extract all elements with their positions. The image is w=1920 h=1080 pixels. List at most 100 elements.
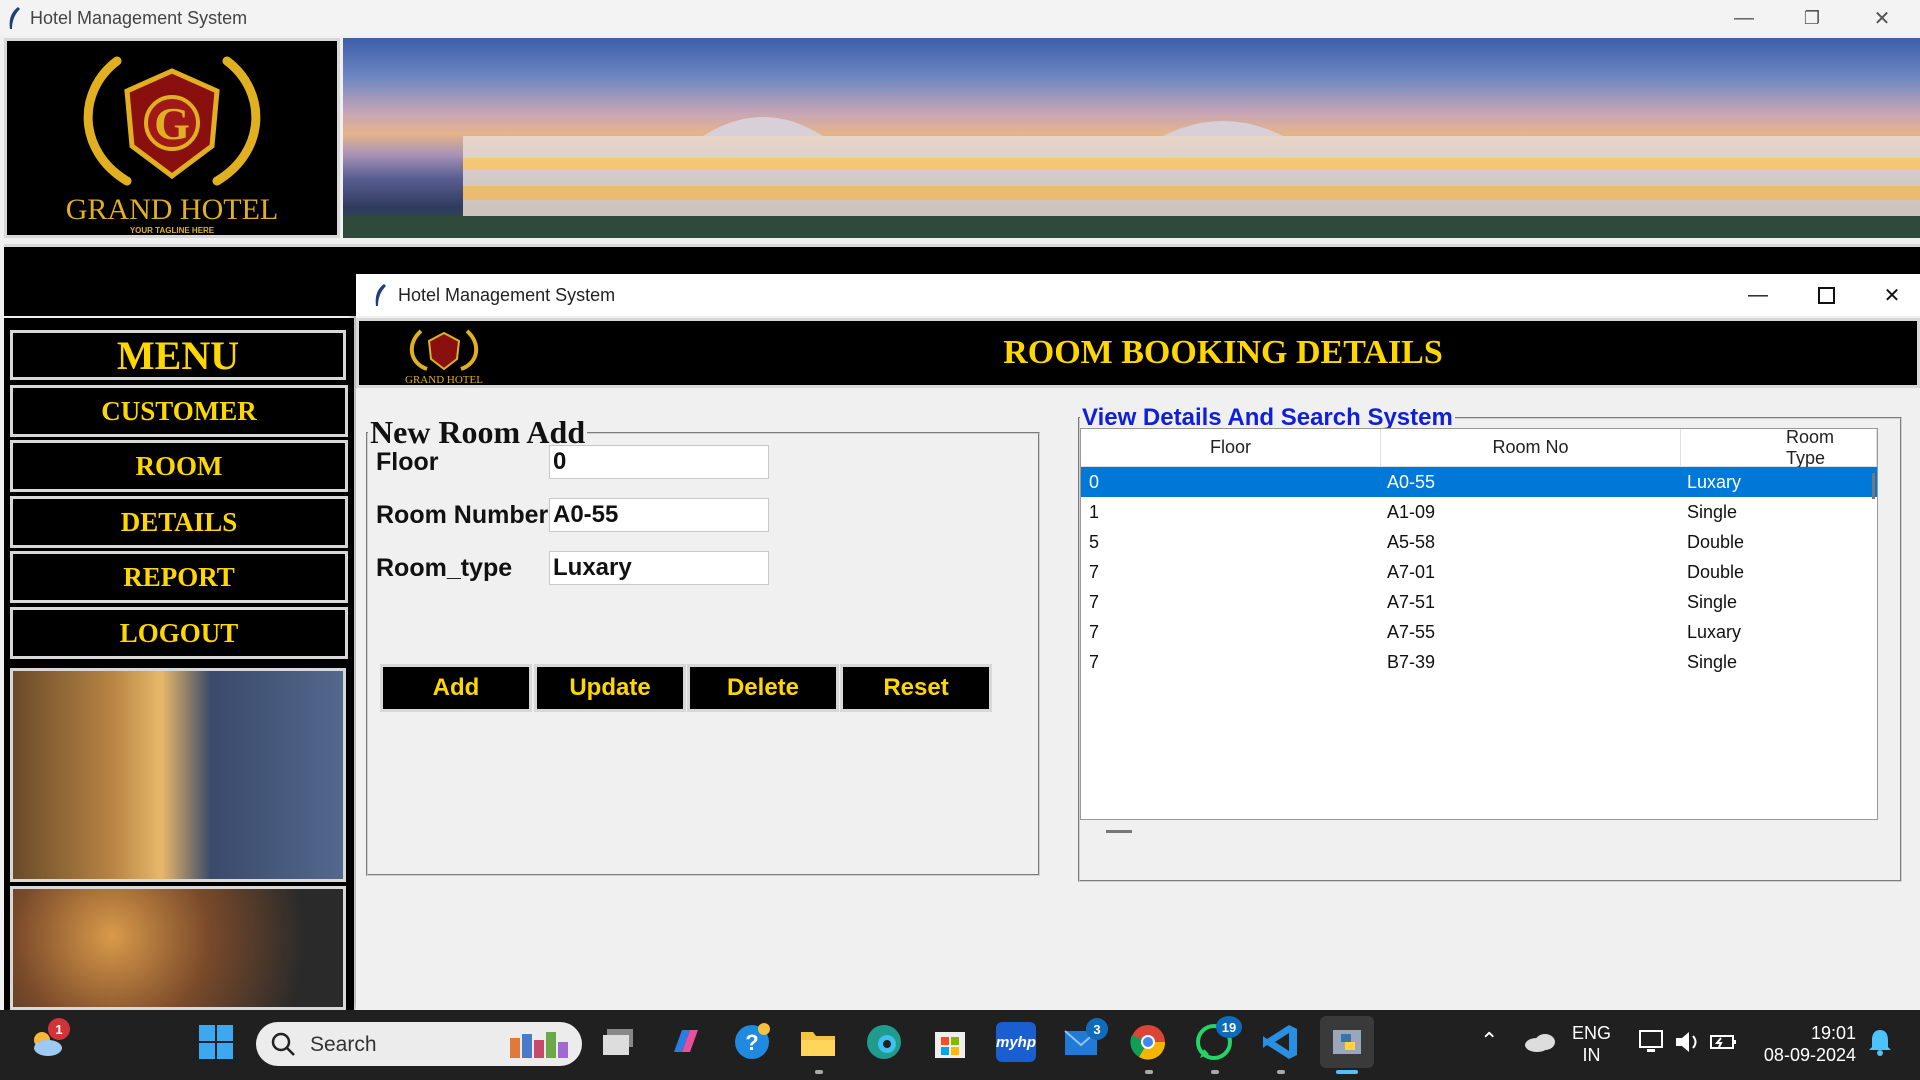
logo-letter: G	[154, 98, 190, 149]
hotel-logo: G GRAND HOTEL YOUR TAGLINE HERE	[4, 38, 340, 238]
menu-report-button[interactable]: REPORT	[10, 551, 348, 603]
window-title: Hotel Management System	[30, 8, 248, 28]
chrome-running-indicator	[1145, 1070, 1153, 1074]
menu-logout-button[interactable]: LOGOUT	[10, 607, 348, 659]
search-icon	[271, 1032, 295, 1056]
edge-browser-icon[interactable]	[864, 1022, 904, 1062]
menu-customer-button[interactable]: CUSTOMER	[10, 385, 348, 437]
language-indicator[interactable]: ENG IN	[1572, 1022, 1611, 1066]
task-view-icon[interactable]	[600, 1022, 640, 1062]
main-titlebar: Hotel Management System — ❐ ✕	[0, 0, 1920, 36]
cell-floor: 7	[1089, 622, 1100, 642]
food-photo	[10, 886, 346, 1010]
cell-room-type: Double	[1687, 562, 1745, 582]
child-close-button[interactable]: ✕	[1864, 277, 1920, 313]
banner-hotel-photo	[343, 38, 1920, 238]
cell-room-no: A5-58	[1387, 532, 1436, 552]
cell-room-no: A0-55	[1387, 472, 1436, 492]
mail-badge: 3	[1086, 1018, 1108, 1040]
minimize-icon: —	[1734, 6, 1754, 29]
column-header-room-no[interactable]: Room No	[1381, 429, 1681, 467]
cell-room-no: A7-51	[1387, 592, 1436, 612]
cell-room-type: Single	[1687, 592, 1738, 612]
svg-text:?: ?	[745, 1030, 758, 1055]
table-row[interactable]: 7 A7-01 Double	[1081, 557, 1877, 587]
chrome-icon[interactable]	[1128, 1022, 1168, 1062]
microsoft-store-icon[interactable]	[930, 1022, 970, 1062]
add-button[interactable]: Add	[380, 664, 532, 712]
copilot-icon[interactable]	[666, 1022, 706, 1062]
new-room-frame: New Room Add	[366, 414, 1040, 876]
feather-icon	[375, 284, 386, 306]
child-maximize-button[interactable]	[1798, 277, 1854, 313]
close-button[interactable]: ✕	[1854, 0, 1910, 36]
cell-floor: 0	[1089, 472, 1100, 492]
menu-details-button[interactable]: DETAILS	[10, 496, 348, 548]
table-row[interactable]: 7 A7-55 Luxary	[1081, 617, 1877, 647]
feather-icon	[9, 7, 20, 29]
table-row[interactable]: 0 A0-55 Luxary	[1081, 467, 1877, 497]
table-row[interactable]: 7 A7-51 Single	[1081, 587, 1877, 617]
column-header-floor[interactable]: Floor	[1081, 429, 1381, 467]
cell-room-type: Luxary	[1687, 472, 1742, 492]
cell-floor: 7	[1089, 652, 1100, 672]
horizontal-scrollbar[interactable]	[1106, 830, 1132, 833]
reset-button[interactable]: Reset	[840, 664, 992, 712]
cell-room-type: Single	[1687, 502, 1738, 522]
room-type-label: Room_type	[376, 554, 513, 582]
windows-start-icon[interactable]	[196, 1022, 236, 1062]
python-app-icon[interactable]	[1320, 1016, 1374, 1068]
taskbar-search[interactable]: Search	[256, 1022, 582, 1066]
table-row[interactable]: 1 A1-09 Single	[1081, 497, 1877, 527]
cell-floor: 7	[1089, 562, 1100, 582]
vscode-running-indicator	[1277, 1070, 1285, 1074]
clock-date: 08-09-2024	[1763, 1045, 1856, 1065]
floor-label: Floor	[376, 448, 439, 476]
table-row[interactable]: 5 A5-58 Double	[1081, 527, 1877, 557]
explorer-running-indicator	[815, 1070, 823, 1074]
battery-icon[interactable]	[1704, 1022, 1744, 1062]
close-icon: ✕	[1883, 284, 1901, 307]
update-button[interactable]: Update	[534, 664, 686, 712]
clock-time: 19:01	[1810, 1023, 1856, 1043]
vscode-icon[interactable]	[1260, 1022, 1300, 1062]
page-title: ROOM BOOKING DETAILS	[1003, 334, 1443, 371]
help-icon[interactable]: ?	[732, 1022, 772, 1062]
notification-bell-icon[interactable]	[1860, 1022, 1900, 1062]
column-header-room-type[interactable]: Room Type	[1681, 429, 1877, 468]
restore-button[interactable]: ❐	[1784, 0, 1840, 36]
onedrive-icon[interactable]	[1520, 1022, 1560, 1062]
whatsapp-badge: 19	[1216, 1016, 1242, 1038]
delete-button[interactable]: Delete	[687, 664, 839, 712]
restore-icon: ❐	[1803, 7, 1821, 28]
network-icon[interactable]	[1632, 1022, 1672, 1062]
room-booking-window: Hotel Management System — ✕ GRAND HOTEL …	[356, 274, 1920, 1010]
myhp-icon[interactable]: myhp	[996, 1022, 1036, 1062]
child-minimize-button[interactable]: —	[1730, 277, 1786, 313]
child-window-title: Hotel Management System	[398, 285, 616, 305]
vertical-scrollbar[interactable]	[1872, 473, 1875, 499]
menu-room-button[interactable]: ROOM	[10, 440, 348, 492]
file-explorer-icon[interactable]	[798, 1022, 838, 1062]
logo-tagline: YOUR TAGLINE HERE	[130, 226, 215, 235]
room-number-input[interactable]	[549, 498, 769, 532]
cell-room-type: Luxary	[1687, 622, 1742, 642]
table-row[interactable]: 7 B7-39 Single	[1081, 647, 1877, 677]
clock[interactable]: 19:01 08-09-2024	[1758, 1022, 1856, 1066]
floor-input[interactable]	[549, 445, 769, 479]
minimize-button[interactable]: —	[1716, 0, 1772, 36]
chevron-up-icon[interactable]: ⌃	[1480, 1030, 1498, 1052]
child-titlebar: Hotel Management System — ✕	[356, 274, 1920, 316]
volume-icon[interactable]	[1668, 1022, 1708, 1062]
room-number-label: Room Number	[376, 501, 549, 529]
cell-room-no: B7-39	[1387, 652, 1436, 672]
room-booking-header: GRAND HOTEL ROOM BOOKING DETAILS	[356, 318, 1920, 388]
rooms-table[interactable]: Floor Room No Room Type 0 A0-55 Luxary 1…	[1080, 428, 1878, 820]
room-type-input[interactable]	[549, 551, 769, 585]
cell-room-no: A7-55	[1387, 622, 1436, 642]
cell-room-no: A7-01	[1387, 562, 1436, 582]
hotel-exterior-photo	[10, 668, 346, 882]
logo-brand: GRAND HOTEL	[66, 193, 278, 226]
hotel-building-illustration	[343, 117, 1920, 238]
region-code: IN	[1582, 1045, 1601, 1065]
